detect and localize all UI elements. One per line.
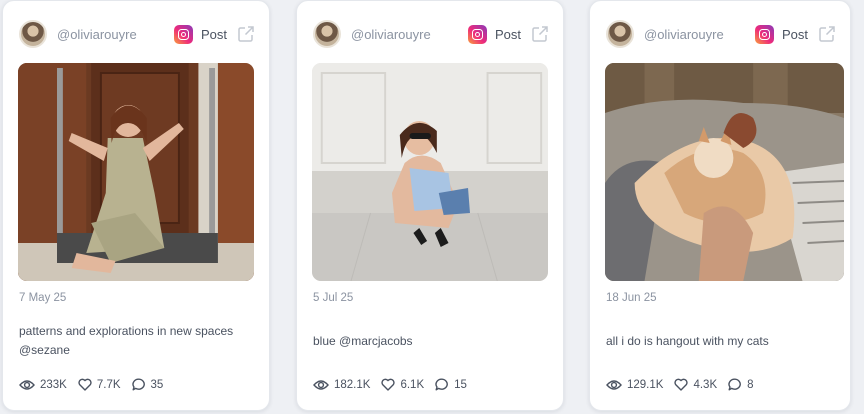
comment-icon [728, 378, 741, 391]
post-caption: blue @marcjacobs [313, 334, 413, 348]
card-header: @oliviarouyre Post [313, 19, 549, 49]
instagram-icon [754, 24, 774, 44]
views-count: 129.1K [627, 378, 664, 391]
views-stat: 182.1K [313, 379, 370, 391]
post-stats: 182.1K 6.1K 15 [313, 378, 478, 391]
post-type-label: Post [781, 26, 808, 42]
likes-count: 4.3K [693, 378, 718, 391]
views-count: 182.1K [334, 378, 371, 391]
avatar[interactable] [19, 20, 47, 48]
account-handle[interactable]: @oliviarouyre [57, 27, 174, 42]
account-handle[interactable]: @oliviarouyre [644, 27, 755, 42]
instagram-icon [173, 24, 193, 44]
heart-icon [381, 378, 396, 391]
likes-count: 6.1K [400, 378, 425, 391]
comment-icon [435, 378, 448, 391]
views-stat: 129.1K [606, 379, 663, 391]
views-stat: 233K [19, 379, 67, 391]
post-date: 5 Jul 25 [313, 292, 354, 304]
comment-icon [131, 378, 145, 391]
card-header: @oliviarouyre Post [19, 19, 255, 49]
comments-stat: 8 [728, 378, 754, 391]
eye-icon [606, 379, 622, 390]
instagram-icon [467, 24, 487, 44]
views-count: 233K [40, 378, 67, 391]
post-type-label: Post [494, 26, 521, 42]
external-link-icon[interactable] [818, 25, 836, 43]
comments-count: 15 [454, 378, 467, 391]
likes-count: 7.7K [96, 378, 121, 391]
post-image[interactable] [605, 63, 844, 281]
likes-stat: 6.1K [381, 378, 424, 391]
likes-stat: 7.7K [78, 378, 121, 391]
account-handle[interactable]: @oliviarouyre [351, 27, 468, 42]
avatar[interactable] [313, 20, 341, 48]
post-date: 18 Jun 25 [606, 292, 657, 304]
post-image[interactable] [18, 63, 254, 281]
comments-stat: 35 [131, 378, 164, 391]
eye-icon [313, 379, 329, 390]
comments-count: 8 [747, 378, 754, 391]
heart-icon [78, 378, 92, 391]
post-type-label: Post [200, 26, 227, 42]
comments-stat: 15 [435, 378, 467, 391]
post-caption: all i do is hangout with my cats [606, 334, 769, 348]
eye-icon [19, 379, 35, 390]
avatar[interactable] [606, 20, 634, 48]
external-link-icon[interactable] [531, 25, 549, 43]
heart-icon [674, 378, 689, 391]
post-caption: patterns and explorations in new spaces … [19, 324, 234, 357]
comments-count: 35 [150, 378, 164, 391]
post-image[interactable] [312, 63, 548, 281]
post-card[interactable]: @oliviarouyre Post 18 Jun 25 all i do is… [589, 0, 851, 411]
post-stats: 129.1K 4.3K 8 [606, 378, 765, 391]
post-card[interactable]: @oliviarouyre Post 5 Jul 25 blue @marcja… [296, 0, 564, 411]
likes-stat: 4.3K [674, 378, 717, 391]
post-date: 7 May 25 [19, 292, 67, 304]
post-stats: 233K 7.7K 35 [19, 378, 174, 391]
external-link-icon[interactable] [237, 25, 255, 43]
post-card[interactable]: @oliviarouyre Post 7 May 25 patterns and… [2, 0, 270, 411]
card-header: @oliviarouyre Post [606, 19, 836, 49]
